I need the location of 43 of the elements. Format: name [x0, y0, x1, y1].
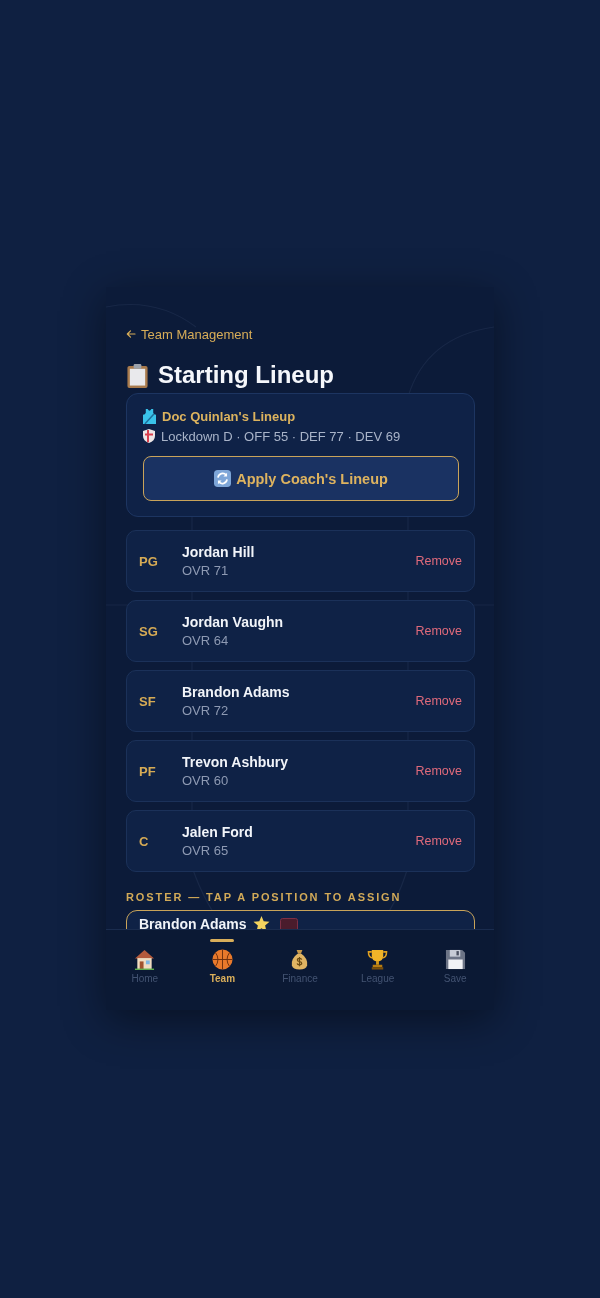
remove-button[interactable]: Remove: [415, 694, 462, 708]
player-rating: OVR 64: [182, 632, 230, 649]
remove-button[interactable]: Remove: [415, 624, 462, 638]
apply-lineup-button[interactable]: Apply Coach's Lineup: [143, 456, 459, 501]
lineup-card[interactable]: PG Jordan Hill OVR 71 Remove: [126, 530, 475, 592]
player-name: Jordan Hill: [182, 543, 256, 561]
position-label: SF: [139, 693, 157, 709]
position-label: PF: [139, 763, 157, 779]
section-heading: ROSTER — TAP A POSITION TO ASSIGN: [126, 890, 403, 904]
lineup-card[interactable]: SG Jordan Vaughn OVR 64 Remove: [126, 600, 475, 662]
clipboard-icon: [126, 362, 149, 388]
jersey-icon: [143, 408, 156, 424]
player-rating: OVR 72: [182, 702, 230, 719]
tag-icon: [279, 918, 298, 929]
back-arrow-icon: [126, 329, 136, 339]
coach-name: Doc Quinlan's Lineup: [162, 408, 296, 424]
player-rating: OVR 60: [182, 772, 230, 789]
trophy-icon: [367, 949, 389, 970]
refresh-icon: [214, 470, 232, 487]
nav-tab[interactable]: Team: [183, 930, 262, 1010]
roster-card[interactable]: Brandon Adams: [126, 910, 475, 929]
position-label: SG: [139, 623, 159, 639]
player-name: Jalen Ford: [182, 823, 254, 841]
basketball-icon: [211, 949, 233, 970]
player-rating: OVR 65: [182, 842, 230, 859]
shield-icon: [143, 429, 155, 443]
lineup-card[interactable]: PF Trevon Ashbury OVR 60 Remove: [126, 740, 475, 802]
page-title: Starting Lineup: [158, 360, 334, 390]
remove-button[interactable]: Remove: [415, 554, 462, 568]
lineup-card[interactable]: C Jalen Ford OVR 65 Remove: [126, 810, 475, 872]
player-name: Trevon Ashbury: [182, 753, 290, 771]
player-name: Brandon Adams: [182, 683, 291, 701]
remove-button[interactable]: Remove: [415, 764, 462, 778]
player-rating: OVR 71: [182, 562, 230, 579]
lineup-card[interactable]: SF Brandon Adams OVR 72 Remove: [126, 670, 475, 732]
player-name: Brandon Adams: [139, 916, 247, 929]
remove-button[interactable]: Remove: [415, 834, 462, 848]
player-name: Jordan Vaughn: [182, 613, 285, 631]
position-label: C: [139, 833, 150, 849]
coach-summary: Lockdown D · OFF 55 · DEF 77 · DEV 69: [161, 428, 401, 444]
back-link[interactable]: Team Management: [126, 326, 253, 342]
position-label: PG: [139, 553, 159, 569]
house-icon: [134, 949, 156, 970]
